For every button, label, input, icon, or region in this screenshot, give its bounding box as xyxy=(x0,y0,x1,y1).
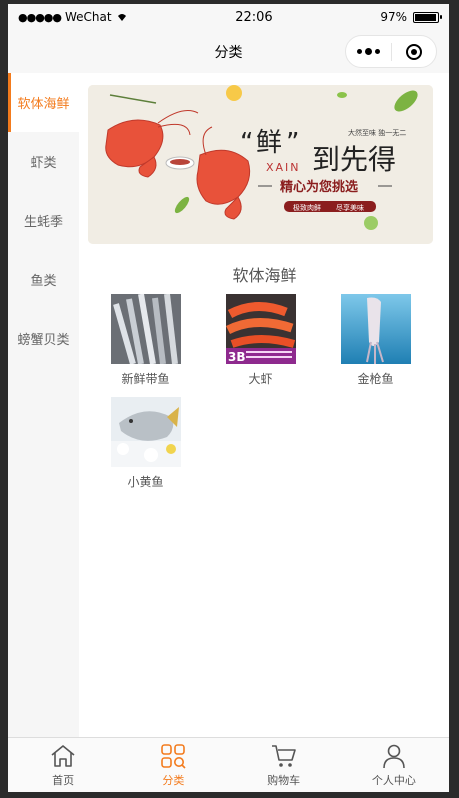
category-icon xyxy=(161,744,186,769)
category-title: 软体海鲜 xyxy=(232,266,297,285)
main-area: 软体海鲜 虾类 生蚝季 鱼类 螃蟹贝类 “ 鲜 ” XAIN 到先得 大然至味 … xyxy=(8,73,449,737)
product-grid: 新鲜带鱼 3B 大虾 金枪鱼 小黄鱼 xyxy=(88,294,441,500)
category-sidebar: 软体海鲜 虾类 生蚝季 鱼类 螃蟹贝类 xyxy=(8,73,79,737)
product-name: 大虾 xyxy=(248,372,273,386)
promo-banner[interactable]: “ 鲜 ” XAIN 到先得 大然至味 独一无二 精心为您挑选 极致肉鲜 尽享美… xyxy=(88,85,433,244)
product-name: 金枪鱼 xyxy=(357,372,394,386)
tab-label: 个人中心 xyxy=(371,774,416,787)
product-image xyxy=(110,294,181,364)
svg-text:3B: 3B xyxy=(228,350,246,364)
sidebar-item-soft-seafood[interactable]: 软体海鲜 xyxy=(8,73,79,132)
more-button[interactable] xyxy=(346,48,391,55)
product-image xyxy=(340,294,411,364)
wifi-icon xyxy=(117,14,126,21)
status-bar: ●●●●● WeChat 22:06 97% xyxy=(8,4,449,30)
svg-text:XAIN: XAIN xyxy=(266,161,301,174)
sidebar-item-label: 软体海鲜 xyxy=(17,97,70,112)
close-icon xyxy=(405,43,422,60)
svg-text:大然至味 独一无二: 大然至味 独一无二 xyxy=(348,128,406,137)
cart-icon xyxy=(271,745,296,767)
page-title: 分类 xyxy=(214,44,243,61)
navigation-bar: 分类 xyxy=(8,30,449,73)
close-button[interactable] xyxy=(392,43,436,60)
svg-text:尽享美味: 尽享美味 xyxy=(336,203,364,212)
battery-percent: 97% xyxy=(380,10,407,24)
tab-home[interactable]: 首页 xyxy=(8,738,118,792)
tab-label: 分类 xyxy=(162,774,185,787)
product-item-hairtail[interactable]: 新鲜带鱼 xyxy=(88,294,203,387)
sidebar-item-crab-shellfish[interactable]: 螃蟹贝类 xyxy=(8,309,79,368)
banner-big-char: 鲜 xyxy=(256,128,282,158)
sidebar-item-label: 虾类 xyxy=(30,156,57,171)
sidebar-item-label: 生蚝季 xyxy=(23,215,63,230)
carrier-label: WeChat xyxy=(65,10,112,24)
product-item-yellow-croaker[interactable]: 小黄鱼 xyxy=(88,397,203,490)
sidebar-item-fish[interactable]: 鱼类 xyxy=(8,250,79,309)
category-content: “ 鲜 ” XAIN 到先得 大然至味 独一无二 精心为您挑选 极致肉鲜 尽享美… xyxy=(79,73,449,737)
svg-text:到先得: 到先得 xyxy=(312,143,396,176)
product-item-tuna[interactable]: 金枪鱼 xyxy=(318,294,433,387)
product-name: 小黄鱼 xyxy=(127,475,164,489)
sidebar-item-shrimp[interactable]: 虾类 xyxy=(8,132,79,191)
tab-profile[interactable]: 个人中心 xyxy=(339,738,449,792)
phone-screen: ●●●●● WeChat 22:06 97% 分类 软体海鲜 虾类 生蚝季 鱼类… xyxy=(8,4,449,792)
tab-label: 购物车 xyxy=(267,774,301,787)
battery-icon xyxy=(412,11,442,23)
banner-graphic: “ 鲜 ” XAIN 到先得 大然至味 独一无二 精心为您挑选 极致肉鲜 尽享美… xyxy=(88,85,433,244)
home-icon xyxy=(51,745,75,767)
tab-label: 首页 xyxy=(52,774,75,787)
clock: 22:06 xyxy=(235,9,273,25)
tab-cart[interactable]: 购物车 xyxy=(229,738,339,792)
svg-text:”: ” xyxy=(286,128,299,158)
product-image: 3B xyxy=(225,294,296,364)
sidebar-item-label: 鱼类 xyxy=(30,274,57,289)
tab-bar: 首页 分类 购物车 个人中心 xyxy=(8,737,449,792)
signal-dots-icon: ●●●●● xyxy=(18,10,62,24)
product-image xyxy=(110,397,181,467)
product-item-prawn[interactable]: 3B 大虾 xyxy=(203,294,318,387)
miniprogram-capsule xyxy=(345,35,437,68)
tab-category[interactable]: 分类 xyxy=(118,738,228,792)
user-icon xyxy=(383,744,405,769)
sidebar-item-oyster[interactable]: 生蚝季 xyxy=(8,191,79,250)
sidebar-item-label: 螃蟹贝类 xyxy=(17,333,70,348)
svg-text:“: “ xyxy=(240,128,253,158)
svg-text:极致肉鲜: 极致肉鲜 xyxy=(293,203,321,212)
product-name: 新鲜带鱼 xyxy=(121,372,170,386)
svg-text:精心为您挑选: 精心为您挑选 xyxy=(280,179,358,195)
